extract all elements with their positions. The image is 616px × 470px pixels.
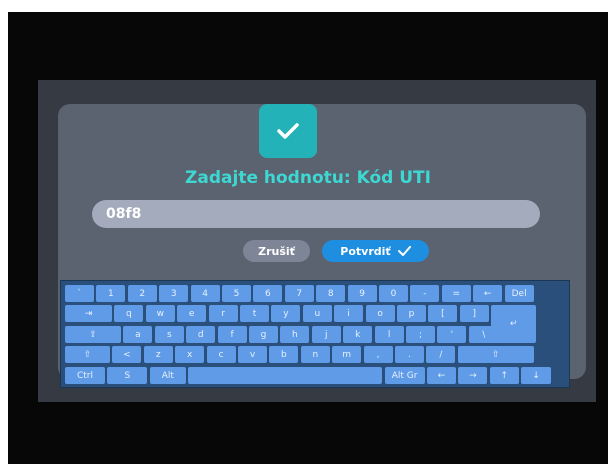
- key-equals[interactable]: =: [441, 285, 471, 302]
- key-h[interactable]: h: [280, 326, 310, 343]
- key-l[interactable]: l: [374, 326, 404, 343]
- key-2[interactable]: 2: [127, 285, 157, 302]
- value-input[interactable]: 08f8: [92, 200, 540, 228]
- key-b[interactable]: b: [269, 346, 299, 363]
- key-close-bracket[interactable]: ]: [459, 305, 489, 322]
- key-up-arrow[interactable]: ↑: [489, 367, 519, 384]
- key-a[interactable]: a: [123, 326, 153, 343]
- key-shift[interactable]: ⇧: [457, 346, 534, 363]
- key-r[interactable]: r: [208, 305, 238, 322]
- key-alt[interactable]: Alt: [149, 367, 186, 384]
- key-alt-gr[interactable]: Alt Gr: [384, 367, 425, 384]
- key-minus[interactable]: -: [410, 285, 440, 302]
- key-period[interactable]: .: [395, 346, 424, 363]
- key-right-arrow[interactable]: →: [458, 367, 488, 384]
- onscreen-keyboard: ` 1 2 3 4 5 6 7 8 9 0- = ← Del ⇥ q w e r t y u i o p[] ↵ ⇪ a s d f g h j k…: [60, 280, 570, 388]
- key-less-than[interactable]: <: [112, 346, 142, 363]
- key-5[interactable]: 5: [222, 285, 251, 302]
- key-6[interactable]: 6: [253, 285, 283, 302]
- key-o[interactable]: o: [365, 305, 395, 322]
- key-slash[interactable]: /: [426, 346, 456, 363]
- check-icon: [259, 104, 317, 158]
- key-w[interactable]: w: [145, 305, 175, 322]
- key-k[interactable]: k: [343, 326, 373, 343]
- key-s[interactable]: s: [154, 326, 184, 343]
- key-caps-lock[interactable]: ⇪: [65, 326, 121, 343]
- key-n[interactable]: n: [300, 346, 330, 363]
- key-open-bracket[interactable]: [: [428, 305, 458, 322]
- checkmark-icon: [397, 246, 411, 256]
- key-y[interactable]: y: [271, 305, 301, 322]
- key-x[interactable]: x: [175, 346, 205, 363]
- key-7[interactable]: 7: [284, 285, 314, 302]
- confirm-button[interactable]: Potvrdiť: [322, 240, 429, 262]
- key-4[interactable]: 4: [190, 285, 220, 302]
- key-t[interactable]: t: [240, 305, 269, 322]
- key-backtick[interactable]: `: [65, 285, 94, 302]
- key-down-arrow[interactable]: ↓: [521, 367, 552, 384]
- key-9[interactable]: 9: [347, 285, 377, 302]
- key-c[interactable]: c: [206, 346, 236, 363]
- cancel-label: Zrušiť: [258, 244, 295, 258]
- key-tab[interactable]: ⇥: [65, 305, 112, 322]
- key-0[interactable]: 0: [379, 285, 408, 302]
- key-quote[interactable]: ': [437, 326, 467, 343]
- key-delete[interactable]: Del: [504, 285, 534, 302]
- value-text: 08f8: [106, 206, 142, 222]
- key-g[interactable]: g: [249, 326, 278, 343]
- key-ctrl[interactable]: Ctrl: [65, 367, 105, 384]
- key-z[interactable]: z: [143, 346, 173, 363]
- device-bezel: [8, 12, 608, 464]
- key-v[interactable]: v: [238, 346, 267, 363]
- key-d[interactable]: d: [186, 326, 216, 343]
- key-comma[interactable]: ,: [363, 346, 393, 363]
- key-q[interactable]: q: [114, 305, 144, 322]
- key-left-arrow[interactable]: ←: [473, 285, 503, 302]
- dialog-title: Zadajte hodnotu: Kód UTI: [185, 168, 431, 188]
- confirm-label: Potvrdiť: [340, 244, 391, 258]
- key-8[interactable]: 8: [316, 285, 346, 302]
- key-m[interactable]: m: [332, 346, 362, 363]
- cancel-button[interactable]: Zrušiť: [243, 240, 310, 262]
- key-3[interactable]: 3: [159, 285, 189, 302]
- key-p[interactable]: p: [397, 305, 426, 322]
- key-backslash[interactable]: \: [468, 326, 499, 343]
- key-super[interactable]: S: [107, 367, 148, 384]
- key-i[interactable]: i: [334, 305, 364, 322]
- key-u[interactable]: u: [302, 305, 332, 322]
- key-j[interactable]: j: [311, 326, 341, 343]
- key-space[interactable]: [188, 367, 383, 384]
- key-1[interactable]: 1: [96, 285, 126, 302]
- key-e[interactable]: e: [177, 305, 207, 322]
- key-f[interactable]: f: [217, 326, 247, 343]
- key-shift[interactable]: ⇧: [65, 346, 110, 363]
- key-semicolon[interactable]: ;: [406, 326, 435, 343]
- key-left-arrow[interactable]: ←: [427, 367, 456, 384]
